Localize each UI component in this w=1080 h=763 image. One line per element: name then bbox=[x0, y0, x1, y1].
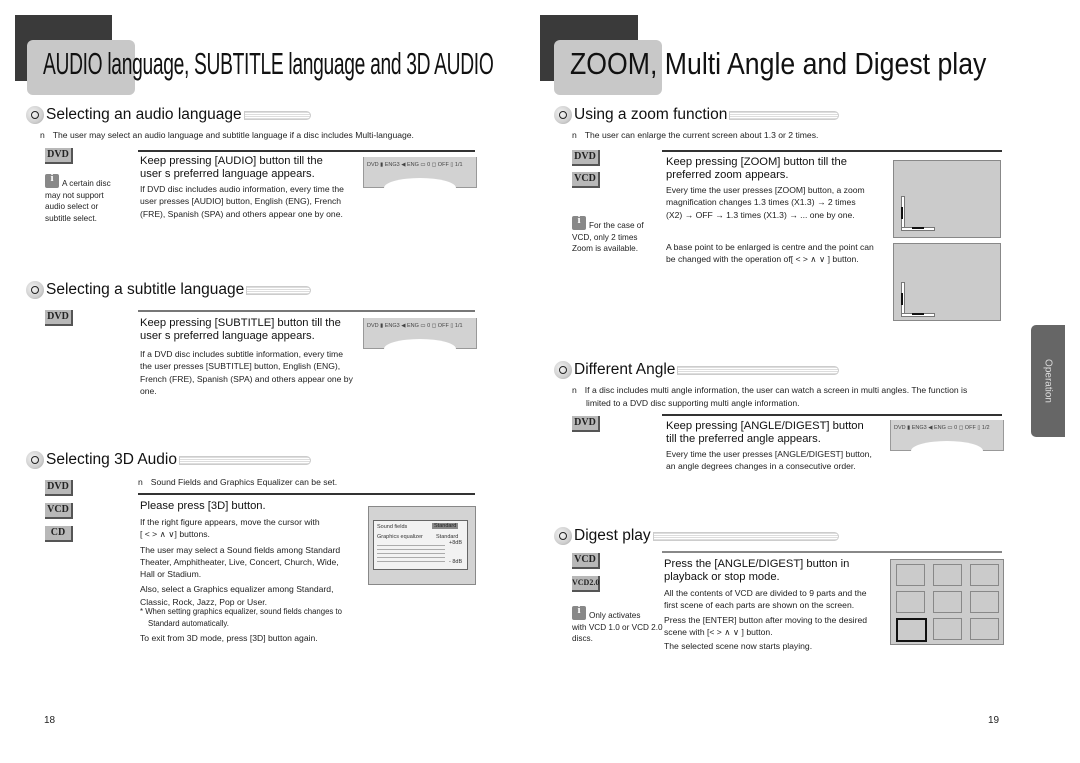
section-title: Using a zoom function bbox=[574, 106, 728, 123]
digest-scene-cell bbox=[970, 564, 999, 586]
info-icon bbox=[572, 215, 586, 230]
angle-lead: Keep pressing [ANGLE/DIGEST] button till… bbox=[666, 420, 864, 445]
digest-scene-cell bbox=[933, 564, 962, 586]
disc-badge-vcd: VCD bbox=[572, 172, 600, 188]
disc-badge-dvd: DVD bbox=[45, 480, 73, 496]
divider bbox=[662, 551, 1002, 553]
page-number-left: 18 bbox=[44, 715, 56, 726]
subtitle-body: If a DVD disc includes subtitle informat… bbox=[140, 349, 353, 396]
digest-scene-cell bbox=[933, 618, 962, 640]
audio-note: n The user may select an audio language a… bbox=[40, 130, 414, 140]
3d-audio-note: n Sound Fields and Graphics Equalizer can… bbox=[138, 477, 338, 487]
disc-badge-vcd: VCD bbox=[45, 503, 73, 519]
right-page-title: ZOOM, Multi Angle and Digest play bbox=[570, 46, 987, 81]
3d-audio-footnote: * When setting graphics equalizer, sound… bbox=[140, 607, 342, 629]
section-heading-angle: Different Angle bbox=[554, 360, 839, 380]
digest-scene-cell bbox=[896, 591, 925, 613]
section-title: Digest play bbox=[574, 527, 651, 544]
digest-lead: Press the [ANGLE/DIGEST] button in playb… bbox=[664, 558, 850, 583]
section-rule bbox=[677, 365, 839, 375]
disc-badge-vcd2: VCD2.0 bbox=[572, 576, 600, 592]
section-rule bbox=[652, 531, 839, 541]
divider bbox=[138, 150, 475, 152]
section-bullet-icon bbox=[26, 451, 44, 469]
divider bbox=[138, 493, 475, 495]
audio-body: If DVD disc includes audio information, … bbox=[140, 184, 344, 219]
digest-scene-cell bbox=[896, 618, 927, 642]
sound-fields-value: Standard bbox=[432, 523, 459, 529]
eq-label: Graphics equalizer bbox=[377, 534, 423, 540]
section-bullet-icon bbox=[26, 281, 44, 299]
section-rule bbox=[243, 110, 311, 120]
section-title: Selecting a subtitle language bbox=[46, 281, 245, 298]
section-bullet-icon bbox=[554, 361, 572, 379]
section-rule bbox=[246, 285, 311, 295]
audio-lead: Keep pressing [AUDIO] button till the us… bbox=[140, 155, 323, 180]
zoom-side-note: For the case of VCD, only 2 times Zoom i… bbox=[572, 215, 644, 255]
section-bullet-icon bbox=[554, 527, 572, 545]
3d-audio-lead: Please press [3D] button. bbox=[140, 500, 266, 512]
divider bbox=[662, 150, 1002, 152]
divider bbox=[138, 310, 475, 312]
eq-max-db: +8dB bbox=[449, 540, 462, 546]
zoom-lead: Keep pressing [ZOOM] button till the pre… bbox=[666, 156, 847, 181]
eq-bars bbox=[377, 542, 445, 564]
zoom-body: Every time the user presses [ZOOM] butto… bbox=[666, 185, 865, 220]
digest-side-note: Only activates with VCD 1.0 or VCD 2.0 d… bbox=[572, 605, 663, 645]
3d-audio-figure: Sound fields Standard Graphics equalizer… bbox=[368, 506, 476, 585]
digest-scene-cell bbox=[970, 591, 999, 613]
info-icon bbox=[45, 173, 59, 188]
disc-badge-dvd: DVD bbox=[45, 148, 73, 164]
zoom-figure-1 bbox=[893, 160, 1001, 238]
left-page-title: AUDIO language, SUBTITLE language and 3D… bbox=[43, 46, 494, 81]
digest-scene-cell bbox=[896, 564, 925, 586]
section-rule bbox=[729, 110, 839, 120]
3d-audio-exit: To exit from 3D mode, press [3D] button … bbox=[140, 633, 318, 643]
section-heading-subtitle: Selecting a subtitle language bbox=[26, 280, 311, 300]
section-bullet-icon bbox=[554, 106, 572, 124]
section-bullet-icon bbox=[26, 106, 44, 124]
digest-grid-figure bbox=[890, 559, 1004, 645]
subtitle-lead: Keep pressing [SUBTITLE] button till the… bbox=[140, 317, 341, 342]
digest-body: All the contents of VCD are divided to 9… bbox=[664, 588, 868, 652]
sound-fields-label: Sound fields bbox=[377, 524, 408, 530]
disc-badge-cd: CD bbox=[45, 526, 73, 542]
page-number-right: 19 bbox=[988, 715, 1000, 726]
disc-badge-dvd: DVD bbox=[572, 416, 600, 432]
disc-badge-dvd: DVD bbox=[572, 150, 600, 166]
angle-body: Every time the user presses [ANGLE/DIGES… bbox=[666, 449, 872, 472]
angle-note: n If a disc includes multi angle informat… bbox=[572, 385, 968, 408]
zoom-note: n The user can enlarge the current screen… bbox=[572, 130, 819, 140]
osd-audio-figure: DVD ▮ ENG3 ◀ ENG ▭ 0 ◻ OFF ▯ 1/1 bbox=[363, 157, 477, 188]
section-heading-zoom: Using a zoom function bbox=[554, 105, 839, 125]
3d-audio-body: If the right figure appears, move the cu… bbox=[140, 517, 341, 607]
section-title: Selecting an audio language bbox=[46, 106, 242, 123]
info-icon bbox=[572, 605, 586, 620]
zoom-figure-2 bbox=[893, 243, 1001, 321]
section-title: Different Angle bbox=[574, 361, 676, 378]
zoom-body-2: A base point to be enlarged is centre an… bbox=[666, 242, 874, 265]
section-heading-digest: Digest play bbox=[554, 526, 839, 546]
eq-min-db: - 8dB bbox=[449, 559, 463, 565]
section-title: Selecting 3D Audio bbox=[46, 451, 177, 468]
section-rule bbox=[178, 455, 311, 465]
digest-scene-cell bbox=[970, 618, 999, 640]
osd-angle-figure: DVD ▮ ENG3 ◀ ENG ▭ 0 ◻ OFF ▯ 1/2 bbox=[890, 420, 1004, 451]
disc-badge-dvd: DVD bbox=[45, 310, 73, 326]
disc-badge-vcd: VCD bbox=[572, 553, 600, 569]
side-tab-operation: Operation bbox=[1031, 325, 1065, 437]
digest-scene-cell bbox=[933, 591, 962, 613]
section-heading-audio: Selecting an audio language bbox=[26, 105, 311, 125]
section-heading-3d-audio: Selecting 3D Audio bbox=[26, 450, 311, 470]
osd-subtitle-figure: DVD ▮ ENG3 ◀ ENG ▭ 0 ◻ OFF ▯ 1/1 bbox=[363, 318, 477, 349]
divider bbox=[662, 414, 1002, 416]
audio-side-note: A certain disc may not support audio sel… bbox=[45, 173, 111, 224]
